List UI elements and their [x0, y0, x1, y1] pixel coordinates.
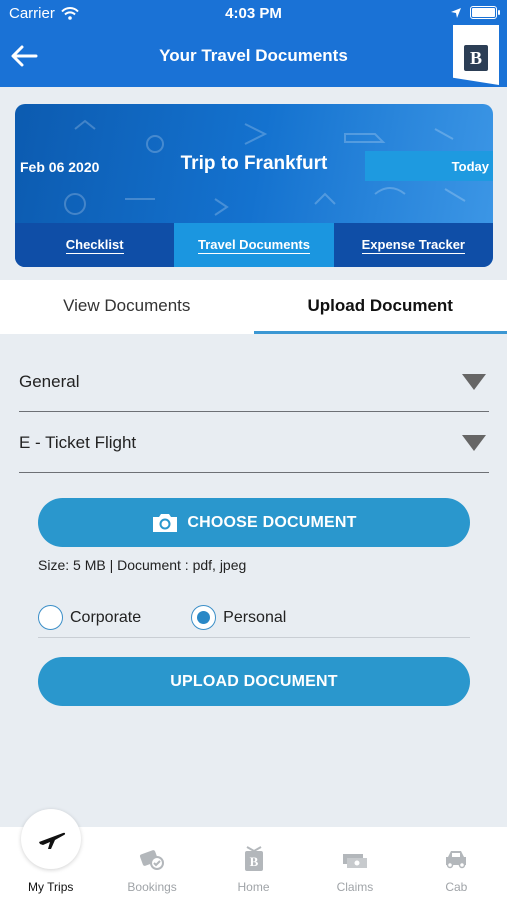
ownership-radio-group: Corporate Personal — [38, 598, 470, 638]
header-bar: Carrier 4:03 PM Your Travel Documents B — [0, 0, 507, 87]
trip-card: Feb 06 2020 Today Trip to Frankfurt Chec… — [15, 104, 493, 267]
tickets-icon — [140, 850, 165, 870]
radio-unchecked-icon — [38, 605, 63, 630]
svg-text:B: B — [249, 854, 258, 869]
camera-icon — [153, 513, 178, 532]
document-tabs: View Documents Upload Document — [0, 280, 507, 334]
trip-tabs: Checklist Travel Documents Expense Track… — [15, 223, 493, 267]
status-right — [450, 6, 500, 19]
tab-upload-document[interactable]: Upload Document — [253, 280, 507, 334]
active-nav-bubble — [20, 809, 81, 869]
trip-tab-checklist[interactable]: Checklist — [15, 223, 174, 267]
status-time: 4:03 PM — [225, 5, 282, 22]
location-arrow-icon — [451, 7, 461, 18]
nav-item-bookings[interactable]: Bookings — [101, 827, 202, 900]
trip-tab-travel-documents[interactable]: Travel Documents — [174, 223, 334, 267]
upload-document-label: UPLOAD DOCUMENT — [170, 672, 338, 690]
nav-item-claims[interactable]: Claims — [304, 827, 405, 900]
category-select[interactable]: General — [19, 352, 489, 412]
trip-tab-label: Checklist — [65, 236, 124, 254]
radio-personal-label: Personal — [223, 608, 287, 626]
category-select-value: General — [19, 371, 80, 391]
nav-label: Claims — [336, 880, 374, 894]
nav-label: Cab — [445, 880, 468, 894]
battery-icon — [470, 6, 500, 19]
brand-logo: B — [453, 25, 499, 85]
document-type-select-value: E - Ticket Flight — [19, 432, 137, 452]
nav-label: My Trips — [28, 880, 74, 894]
upload-document-button[interactable]: UPLOAD DOCUMENT — [38, 657, 470, 706]
page-title: Your Travel Documents — [159, 46, 348, 65]
nav-label: Bookings — [127, 880, 177, 894]
nav-item-cab[interactable]: Cab — [406, 827, 507, 900]
dropdown-triangle-icon — [462, 373, 486, 390]
brand-home-icon: B — [244, 846, 263, 871]
trip-tab-label: Expense Tracker — [361, 236, 465, 254]
tab-view-documents[interactable]: View Documents — [0, 280, 254, 334]
car-icon — [446, 851, 467, 869]
trip-tab-label: Travel Documents — [197, 236, 310, 254]
status-bar: Carrier 4:03 PM — [0, 0, 507, 28]
choose-document-label: CHOOSE DOCUMENT — [187, 513, 357, 531]
money-icon — [342, 854, 367, 868]
radio-corporate-label: Corporate — [70, 608, 142, 626]
plane-icon — [38, 832, 65, 849]
choose-document-button[interactable]: CHOOSE DOCUMENT — [38, 498, 470, 547]
bottom-navigation: My Trips Bookings B Home Claims Cab — [0, 809, 507, 900]
brand-logo-letter: B — [464, 45, 488, 71]
nav-label: Home — [237, 880, 270, 894]
radio-personal[interactable]: Personal — [191, 605, 286, 630]
trip-tab-expense-tracker[interactable]: Expense Tracker — [334, 223, 493, 267]
nav-item-my-trips[interactable]: My Trips — [0, 809, 101, 900]
dropdown-triangle-icon — [462, 434, 486, 451]
nav-item-home[interactable]: B Home — [203, 827, 304, 900]
document-type-select[interactable]: E - Ticket Flight — [19, 413, 489, 473]
file-size-note: Size: 5 MB | Document : pdf, jpeg — [38, 557, 247, 573]
radio-checked-icon — [191, 605, 217, 630]
trip-name: Trip to Frankfurt — [180, 153, 328, 174]
radio-corporate[interactable]: Corporate — [38, 605, 141, 630]
